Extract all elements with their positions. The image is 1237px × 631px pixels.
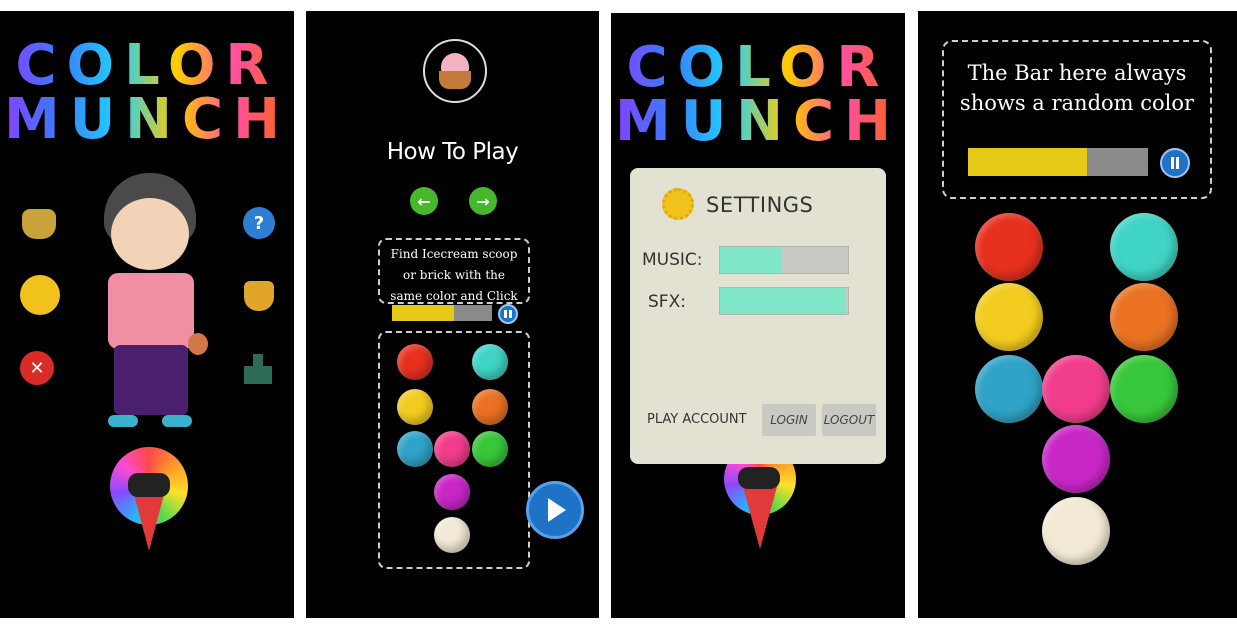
color-bar [968, 148, 1148, 176]
play-icon [548, 498, 566, 522]
scoop-yellow[interactable] [397, 389, 433, 425]
scoop-orange[interactable] [472, 389, 508, 425]
scoop-yellow[interactable] [975, 283, 1043, 351]
caption-text: The Bar here always shows a random color [959, 61, 1195, 115]
leaderboard-icon[interactable] [244, 354, 272, 384]
scoop-orange[interactable] [1110, 283, 1178, 351]
close-icon[interactable]: ✕ [20, 351, 54, 385]
icecream-badge-icon [423, 39, 487, 103]
scoop-pink[interactable] [434, 431, 470, 467]
color-bar-fill [392, 305, 454, 321]
scoop-blue[interactable] [975, 355, 1043, 423]
scoop-vanilla[interactable] [1042, 497, 1110, 565]
game-logo: COLOR MUNCH [0, 38, 294, 148]
scoop-turquoise[interactable] [472, 344, 508, 380]
play-button[interactable] [526, 481, 584, 539]
settings-screen: COLOR MUNCH SETTINGS MUSIC: SFX: PLAY AC… [611, 13, 905, 618]
arrow-left-icon[interactable]: ← [410, 187, 438, 215]
settings-title: SETTINGS [706, 193, 814, 217]
pause-button[interactable] [498, 304, 518, 324]
bar-explanation-screen: The Bar here always shows a random color [918, 11, 1237, 618]
color-bar-fill [968, 148, 1087, 176]
settings-gear-icon [662, 188, 694, 220]
main-menu-screen: COLOR MUNCH ✕ ? [0, 11, 294, 618]
play-account-label: PLAY ACCOUNT [647, 412, 747, 427]
sfx-label: SFX: [648, 292, 686, 312]
settings-dialog: SETTINGS MUSIC: SFX: PLAY ACCOUNT LOGIN … [630, 168, 886, 464]
instruction-box: Find Icecream scoop or brick with the sa… [378, 238, 530, 304]
logout-button[interactable]: LOGOUT [822, 404, 876, 436]
how-to-play-screen: How To Play ← → Find Icecream scoop or b… [306, 11, 599, 618]
scoop-blue[interactable] [397, 431, 433, 467]
scoop-vanilla[interactable] [434, 517, 470, 553]
instruction-text: Find Icecream scoop or brick with the sa… [390, 247, 518, 303]
bell-icon[interactable] [22, 209, 56, 239]
help-icon[interactable]: ? [243, 207, 275, 239]
scoop-green[interactable] [472, 431, 508, 467]
sfx-slider-fill [720, 288, 846, 314]
scoop-turquoise[interactable] [1110, 213, 1178, 281]
play-controller-icon[interactable] [110, 447, 188, 551]
login-button[interactable]: LOGIN [762, 404, 816, 436]
page-title: How To Play [386, 139, 519, 165]
music-label: MUSIC: [642, 250, 703, 270]
caption-box: The Bar here always shows a random color [942, 40, 1212, 199]
scoop-magenta[interactable] [1042, 425, 1110, 493]
scoop-green[interactable] [1110, 355, 1178, 423]
sfx-slider[interactable] [719, 287, 849, 315]
scoop-red[interactable] [397, 344, 433, 380]
pause-button[interactable] [1160, 148, 1190, 178]
game-logo: COLOR MUNCH [611, 40, 905, 150]
music-slider[interactable] [719, 246, 849, 274]
trophy-icon[interactable] [244, 281, 274, 311]
color-bar [392, 305, 492, 321]
arrow-right-icon[interactable]: → [469, 187, 497, 215]
gear-icon[interactable] [20, 275, 60, 315]
scoop-magenta[interactable] [434, 474, 470, 510]
scoop-pink[interactable] [1042, 355, 1110, 423]
music-slider-fill [720, 247, 782, 273]
scoop-red[interactable] [975, 213, 1043, 281]
character-illustration [96, 163, 208, 433]
